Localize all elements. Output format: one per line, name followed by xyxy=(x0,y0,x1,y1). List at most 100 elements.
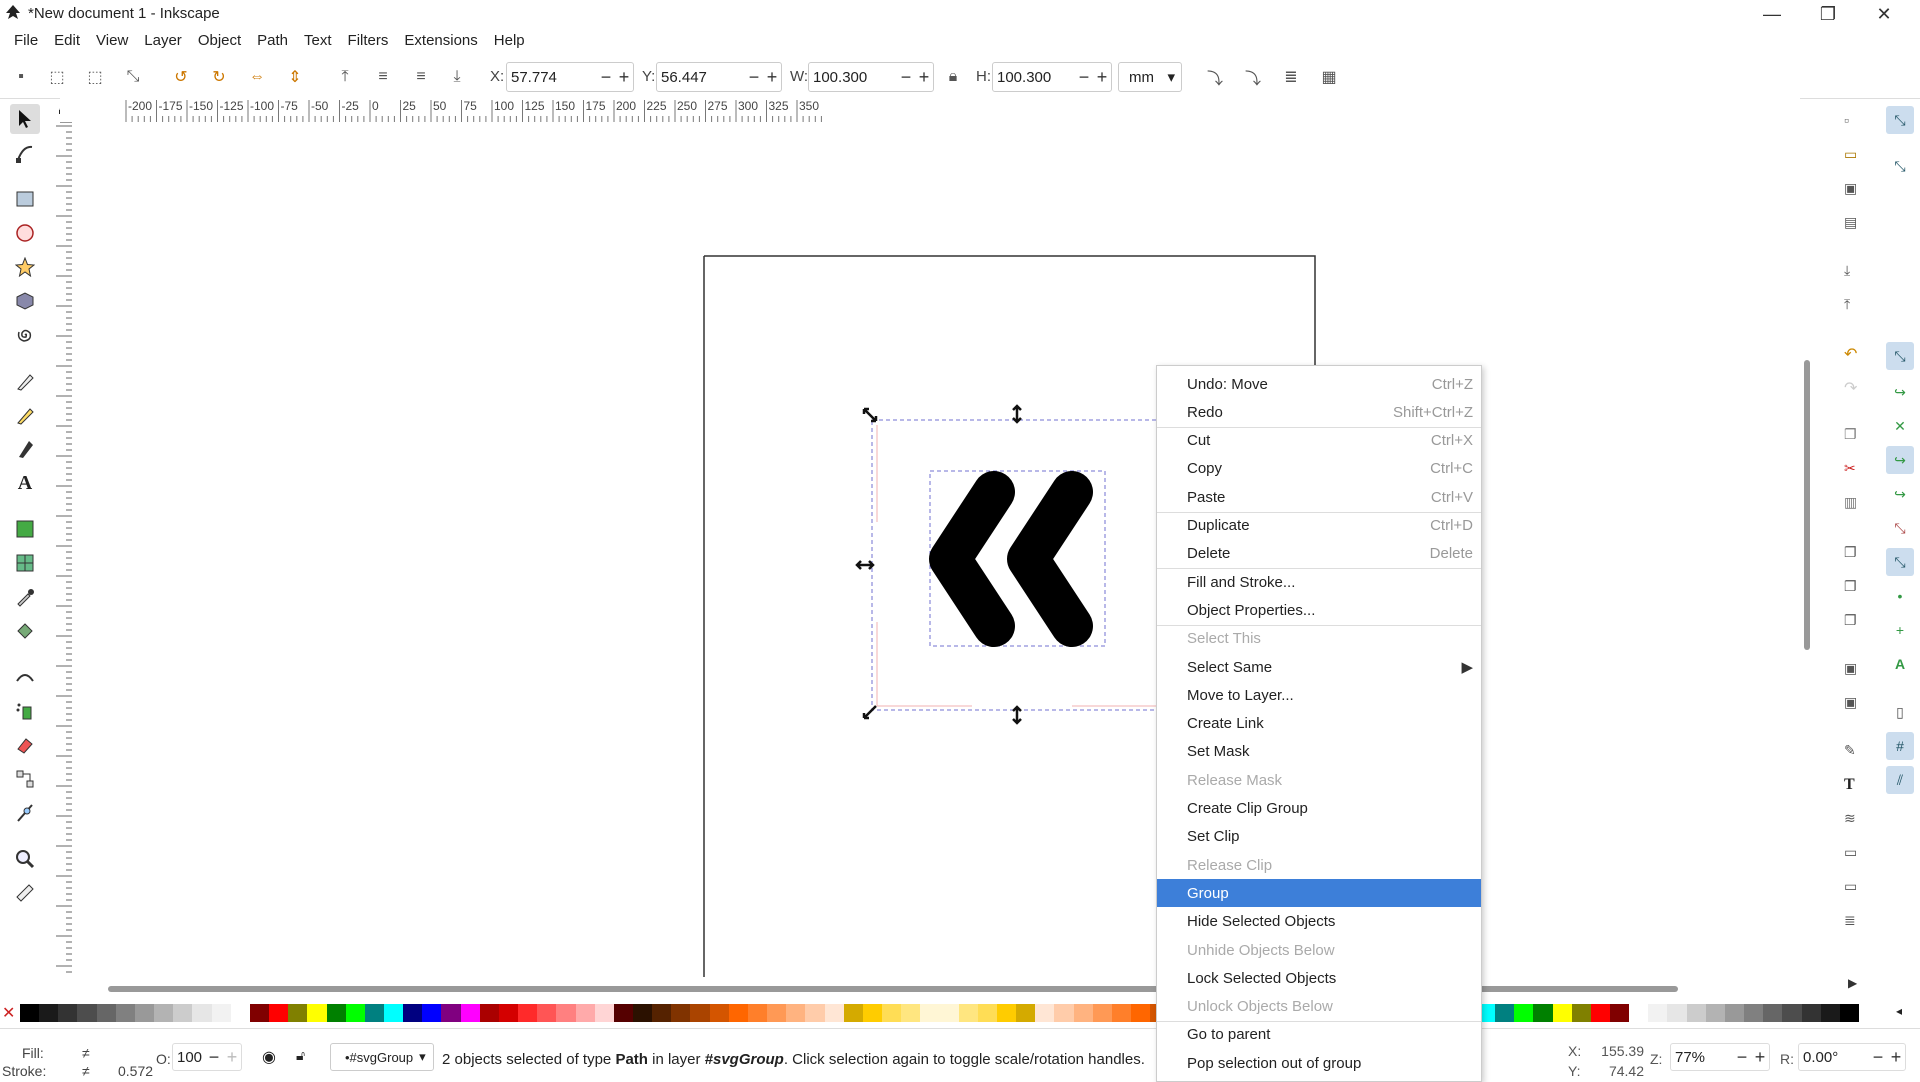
ungroup-icon[interactable]: ▣ xyxy=(1844,694,1857,711)
menu-layer[interactable]: Layer xyxy=(136,30,190,54)
snap-center-icon[interactable]: • xyxy=(1886,582,1914,610)
palette-swatch[interactable] xyxy=(633,1004,653,1022)
vertical-scrollbar[interactable] xyxy=(1800,100,1814,980)
export-icon[interactable]: ⤒ xyxy=(1844,296,1850,313)
width-value[interactable]: 100.300 xyxy=(809,69,897,86)
palette-swatch[interactable] xyxy=(594,1004,614,1022)
palette-swatch[interactable] xyxy=(326,1004,346,1022)
duplicate-icon[interactable]: ❐ xyxy=(1844,544,1857,561)
height-field[interactable]: 100.300 − + xyxy=(992,62,1112,92)
tweak-tool-icon[interactable] xyxy=(10,662,40,692)
double-chevron-shape[interactable] xyxy=(929,471,1093,647)
current-layer-select[interactable]: •#svgGroup ▾ xyxy=(330,1043,434,1071)
snap-cusp-icon[interactable]: ↪ xyxy=(1886,446,1914,474)
menu-item-move-to-layer[interactable]: Move to Layer... xyxy=(1157,681,1481,709)
palette-swatch[interactable] xyxy=(786,1004,806,1022)
rotation-increment-button[interactable]: + xyxy=(1887,1047,1905,1068)
palette-swatch[interactable] xyxy=(671,1004,691,1022)
menu-item-lock-selected-objects[interactable]: Lock Selected Objects xyxy=(1157,964,1481,992)
more-commands-icon[interactable]: ▶ xyxy=(1848,976,1857,990)
menu-item-hide-selected-objects[interactable]: Hide Selected Objects xyxy=(1157,908,1481,936)
width-increment-button[interactable]: + xyxy=(915,67,933,88)
maximize-button[interactable]: ❐ xyxy=(1800,0,1856,28)
rotation-value[interactable]: 0.00° xyxy=(1799,1049,1869,1066)
palette-swatch[interactable] xyxy=(728,1004,748,1022)
palette-swatch[interactable] xyxy=(1782,1004,1802,1022)
stroke-width-value[interactable]: 0.572 xyxy=(118,1063,153,1079)
menu-extensions[interactable]: Extensions xyxy=(396,30,485,54)
cut-icon[interactable]: ✂ xyxy=(1844,460,1856,477)
menu-file[interactable]: File xyxy=(6,30,46,54)
palette-swatch[interactable] xyxy=(211,1004,231,1022)
snap-intersections-icon[interactable]: ✕ xyxy=(1886,412,1914,440)
palette-swatch[interactable] xyxy=(805,1004,825,1022)
menu-item-pop-selection-out-of-group[interactable]: Pop selection out of group xyxy=(1157,1049,1481,1077)
palette-swatch[interactable] xyxy=(1763,1004,1783,1022)
menu-text[interactable]: Text xyxy=(296,30,340,54)
menu-item-fill-and-stroke[interactable]: Fill and Stroke... xyxy=(1157,568,1481,596)
layer-visibility-icon[interactable]: ◉ xyxy=(262,1047,276,1067)
menu-item-paste[interactable]: Paste Ctrl+V xyxy=(1157,483,1481,511)
palette-swatch[interactable] xyxy=(1686,1004,1706,1022)
snap-text-baseline-icon[interactable]: A xyxy=(1886,650,1914,678)
width-decrement-button[interactable]: − xyxy=(897,67,915,88)
palette-swatch[interactable] xyxy=(154,1004,174,1022)
palette-swatch[interactable] xyxy=(96,1004,116,1022)
menu-object[interactable]: Object xyxy=(190,30,249,54)
paint-bucket-tool-icon[interactable] xyxy=(10,616,40,646)
raise-to-top-icon[interactable]: ⤒ xyxy=(332,64,358,90)
palette-swatch[interactable] xyxy=(1801,1004,1821,1022)
menu-item-undo-move[interactable]: Undo: Move Ctrl+Z xyxy=(1157,370,1481,398)
palette-swatch[interactable] xyxy=(1495,1004,1515,1022)
zoom-tool-icon[interactable] xyxy=(10,844,40,874)
palette-swatch[interactable] xyxy=(58,1004,78,1022)
x-decrement-button[interactable]: − xyxy=(597,67,615,88)
menu-view[interactable]: View xyxy=(88,30,136,54)
mesh-tool-icon[interactable] xyxy=(10,548,40,578)
xml-editor-icon[interactable]: ▭ xyxy=(1844,844,1857,861)
palette-swatch[interactable] xyxy=(939,1004,959,1022)
text-font-icon[interactable]: T xyxy=(1844,776,1855,794)
lower-to-bottom-icon[interactable]: ⤓ xyxy=(444,64,470,90)
zoom-in-button[interactable]: + xyxy=(1751,1047,1769,1068)
palette-swatch[interactable] xyxy=(747,1004,768,1022)
menu-help[interactable]: Help xyxy=(486,30,533,54)
palette-swatch[interactable] xyxy=(498,1004,519,1022)
palette-swatch[interactable] xyxy=(1552,1004,1572,1022)
palette-swatch[interactable] xyxy=(518,1004,538,1022)
palette-swatch[interactable] xyxy=(383,1004,404,1022)
layers-icon[interactable]: ≋ xyxy=(1844,810,1856,827)
width-field[interactable]: 100.300 − + xyxy=(808,62,934,92)
open-icon[interactable]: ▭ xyxy=(1844,146,1857,163)
clone-icon[interactable]: ❐ xyxy=(1844,578,1857,595)
palette-swatch[interactable] xyxy=(556,1004,576,1022)
palette-swatch[interactable] xyxy=(652,1004,672,1022)
palette-swatch[interactable] xyxy=(460,1004,480,1022)
palette-swatch[interactable] xyxy=(20,1004,40,1022)
deselect-icon[interactable]: ⬚ xyxy=(82,64,108,90)
snap-paths-icon[interactable]: ↪ xyxy=(1886,378,1914,406)
palette-swatch[interactable] xyxy=(134,1004,155,1022)
unit-select[interactable]: mm ▾ xyxy=(1118,62,1182,92)
palette-swatch[interactable] xyxy=(1092,1004,1112,1022)
raise-icon[interactable]: ≡ xyxy=(370,64,396,90)
height-value[interactable]: 100.300 xyxy=(993,69,1075,86)
spray-tool-icon[interactable] xyxy=(10,696,40,726)
layer-lock-icon[interactable]: 🔓︎ xyxy=(296,1047,305,1064)
snap-page-border-icon[interactable]: ▯ xyxy=(1886,698,1914,726)
palette-swatch[interactable] xyxy=(1571,1004,1591,1022)
y-value[interactable]: 56.447 xyxy=(657,69,745,86)
document-properties-icon[interactable]: ▭ xyxy=(1844,878,1857,895)
menu-item-create-link[interactable]: Create Link xyxy=(1157,710,1481,738)
palette-swatch[interactable] xyxy=(575,1004,595,1022)
palette-swatch[interactable] xyxy=(39,1004,59,1022)
palette-swatch[interactable] xyxy=(709,1004,729,1022)
menu-filters[interactable]: Filters xyxy=(340,30,397,54)
palette-swatch[interactable] xyxy=(479,1004,499,1022)
snap-grid-icon[interactable]: # xyxy=(1886,732,1914,760)
print-icon[interactable]: ▤ xyxy=(1844,214,1857,231)
palette-swatch[interactable] xyxy=(1514,1004,1534,1022)
rotation-decrement-button[interactable]: − xyxy=(1869,1047,1887,1068)
palette-swatch[interactable] xyxy=(1016,1004,1036,1022)
menu-item-group[interactable]: Group xyxy=(1157,879,1481,908)
